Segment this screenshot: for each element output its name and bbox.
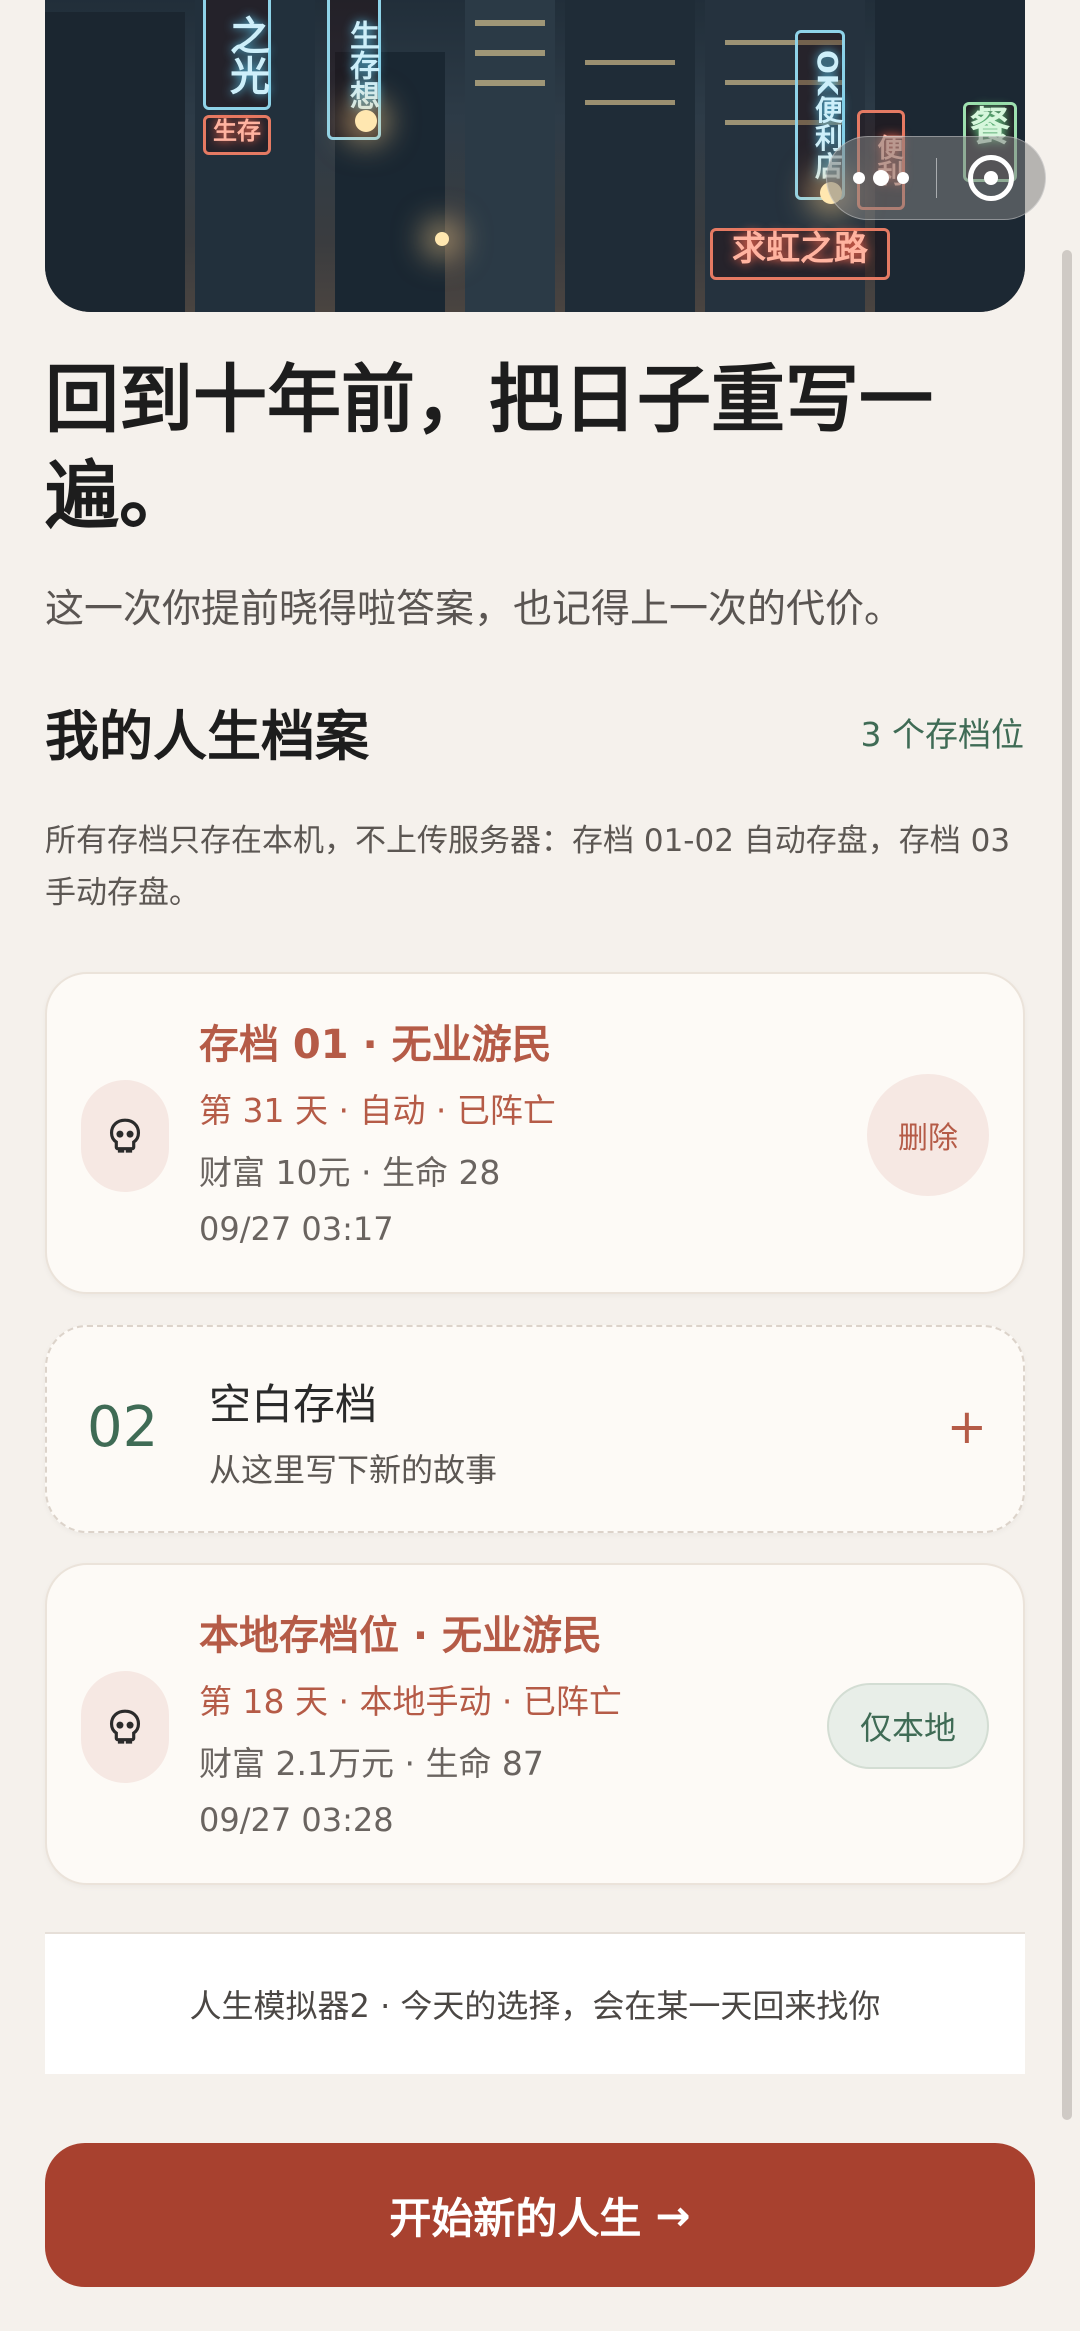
neon-sign: 求虹之路: [710, 228, 890, 280]
mini-program-capsule: [826, 136, 1046, 220]
save-slot-02-empty[interactable]: 02 空白存档 从这里写下新的故事 +: [45, 1325, 1025, 1533]
page: 之光 生存 生存想 OK便利店 求虹之路 餐 便利 回到十年前，把日子重写一遍。…: [0, 0, 1080, 2331]
save-slot-01[interactable]: 存档 01 · 无业游民 第 31 天 · 自动 · 已阵亡 财富 10元 · …: [45, 972, 1025, 1294]
slot-stats: 财富 2.1万元 · 生命 87: [199, 1744, 544, 1783]
local-only-badge[interactable]: 仅本地: [827, 1683, 989, 1769]
slot-title: 本地存档位 · 无业游民: [199, 1613, 603, 1659]
arrow-right-icon: →: [655, 2190, 691, 2240]
subline: 这一次你提前晓得啦答案，也记得上一次的代价。: [45, 587, 904, 632]
slot-status: 第 31 天 · 自动 · 已阵亡: [199, 1091, 556, 1130]
slot-number: 02: [87, 1395, 159, 1460]
cta-label: 开始新的人生: [389, 2193, 642, 2243]
section-title: 我的人生档案: [45, 705, 369, 768]
slot-time: 09/27 03:28: [199, 1801, 394, 1839]
neon-sign: 生存: [203, 115, 271, 155]
slot-status: 第 18 天 · 本地手动 · 已阵亡: [199, 1682, 622, 1721]
plus-icon[interactable]: +: [947, 1399, 987, 1455]
scrollbar[interactable]: [1062, 250, 1072, 2120]
skull-icon: [81, 1671, 169, 1783]
skull-icon: [81, 1080, 169, 1192]
empty-slot-subtitle: 从这里写下新的故事: [209, 1451, 498, 1489]
footer-tagline: 人生模拟器2 · 今天的选择，会在某一天回来找你: [45, 1932, 1025, 2074]
empty-slot-title: 空白存档: [209, 1380, 378, 1429]
headline: 回到十年前，把日子重写一遍。: [45, 357, 933, 539]
save-slot-local[interactable]: 本地存档位 · 无业游民 第 18 天 · 本地手动 · 已阵亡 财富 2.1万…: [45, 1563, 1025, 1885]
more-dots-icon[interactable]: [827, 170, 936, 186]
delete-button[interactable]: 删除: [867, 1074, 989, 1196]
storage-note: 所有存档只存在本机，不上传服务器：存档 01-02 自动存盘，存档 03 手动存…: [45, 823, 1011, 911]
start-new-life-button[interactable]: 开始新的人生 →: [45, 2143, 1035, 2287]
slot-title: 存档 01 · 无业游民: [199, 1022, 552, 1068]
slot-stats: 财富 10元 · 生命 28: [199, 1153, 501, 1192]
slot-time: 09/27 03:17: [199, 1210, 394, 1248]
neon-sign: 之光: [203, 0, 271, 110]
target-close-icon[interactable]: [936, 155, 1045, 201]
slot-count: 3 个存档位: [860, 715, 1025, 754]
